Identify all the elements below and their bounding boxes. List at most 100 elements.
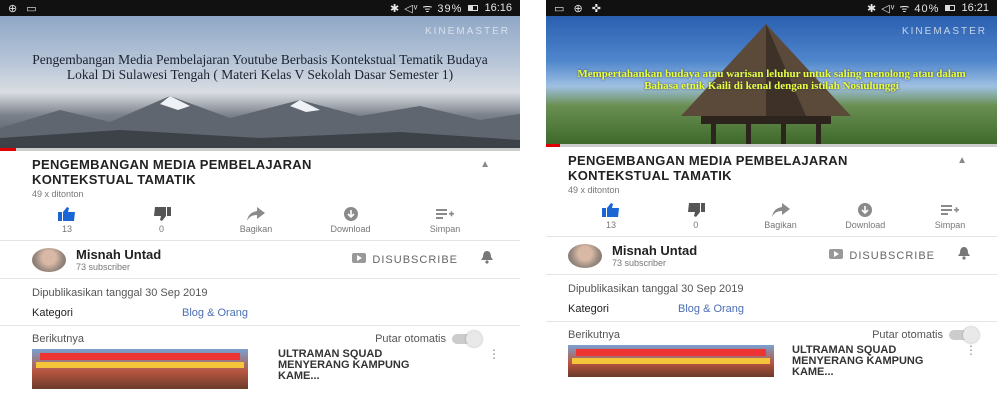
share-button[interactable]: Bagikan — [221, 207, 291, 234]
thumb-down-icon — [687, 203, 705, 217]
status-notifications: ▭ ⊕ ✜ — [554, 2, 604, 15]
video-info: PENGEMBANGAN MEDIA PEMBELAJARAN KONTEKST… — [0, 151, 520, 199]
download-button[interactable]: Download — [830, 203, 900, 230]
category-key: Kategori — [568, 303, 609, 315]
status-time: 16:16 — [484, 2, 512, 14]
video-overlay-text: Pengembangan Media Pembelajaran Youtube … — [32, 52, 488, 82]
category-key: Kategori — [32, 307, 73, 319]
download-button[interactable]: Download — [316, 207, 386, 234]
autoplay-label: Putar otomatis — [872, 329, 943, 341]
autoplay-label: Putar otomatis — [375, 333, 446, 345]
up-next-header: Berikutnya Putar otomatis — [0, 326, 520, 349]
unsubscribe-button[interactable]: DISUBSCRIBE — [829, 249, 935, 262]
category-row: Kategori Blog & Orang — [568, 303, 971, 315]
share-icon — [771, 203, 790, 217]
video-watermark: KINEMASTER — [901, 26, 987, 37]
save-label: Simpan — [934, 220, 966, 230]
more-options-icon[interactable]: ⋮ — [488, 348, 500, 389]
thumb-up-icon — [602, 203, 620, 217]
list-item[interactable]: ULTRAMAN SQUAD MENYERANG KAMPUNG KAME...… — [0, 348, 520, 389]
up-next-header: Berikutnya Putar otomatis — [546, 322, 997, 345]
notification-bell-icon[interactable] — [957, 246, 971, 265]
dislike-button[interactable]: 0 — [661, 203, 731, 230]
channel-row[interactable]: Misnah Untad 73 subscriber DISUBSCRIBE — [546, 237, 997, 275]
status-bar: ▭ ⊕ ✜ ✱ ◁ᵛ ᯤ 40% 16:21 — [546, 0, 997, 16]
status-bar: ⊕ ▭ ✱ ◁ᵛ ᯤ 39% 16:16 — [0, 0, 520, 16]
save-playlist-icon — [436, 207, 454, 221]
category-row: Kategori Blog & Orang — [32, 307, 494, 319]
channel-name[interactable]: Misnah Untad — [612, 243, 829, 258]
video-watermark: KINEMASTER — [424, 26, 510, 37]
video-description: Dipublikasikan tanggal 30 Sep 2019 Kateg… — [546, 275, 997, 322]
share-label: Bagikan — [239, 224, 273, 234]
video-title: PENGEMBANGAN MEDIA PEMBELAJARAN KONTEKST… — [568, 153, 848, 183]
channel-row[interactable]: Misnah Untad 73 subscriber DISUBSCRIBE — [0, 241, 520, 279]
avatar[interactable] — [32, 247, 66, 272]
dislike-button[interactable]: 0 — [127, 207, 197, 234]
notification-bell-icon[interactable] — [480, 250, 494, 269]
status-time: 16:21 — [961, 2, 989, 14]
status-indicators: ✱ ◁ᵛ ᯤ 39% — [390, 2, 463, 15]
left-phone-screen: ⊕ ▭ ✱ ◁ᵛ ᯤ 39% 16:16 KINEMASTER Pengemba… — [0, 0, 520, 398]
unsubscribe-button[interactable]: DISUBSCRIBE — [352, 253, 458, 266]
like-button[interactable]: 13 — [576, 203, 646, 230]
category-link[interactable]: Blog & Orang — [678, 303, 744, 315]
download-label: Download — [330, 224, 371, 234]
next-video-title[interactable]: ULTRAMAN SQUAD MENYERANG KAMPUNG KAME... — [792, 345, 942, 378]
up-next-label: Berikutnya — [568, 329, 620, 341]
youtube-play-icon — [829, 249, 844, 262]
autoplay-toggle[interactable] — [949, 327, 979, 344]
like-count: 13 — [605, 220, 616, 230]
subscriber-count: 73 subscriber — [612, 258, 667, 268]
like-count: 13 — [61, 224, 72, 234]
next-video-thumbnail[interactable] — [32, 349, 248, 389]
unsubscribe-label: DISUBSCRIBE — [849, 249, 935, 262]
collapse-chevron-icon[interactable]: ▲ — [480, 159, 490, 170]
action-bar: 13 0 Bagikan Download Simpan — [0, 199, 520, 241]
save-label: Simpan — [429, 224, 461, 234]
dislike-count: 0 — [158, 224, 164, 234]
download-icon — [857, 203, 873, 217]
download-icon — [343, 207, 359, 221]
video-player[interactable]: KINEMASTER Mempertahankan budaya atau wa… — [546, 16, 997, 144]
video-player[interactable]: KINEMASTER Pengembangan Media Pembelajar… — [0, 16, 520, 148]
publish-date: Dipublikasikan tanggal 30 Sep 2019 — [568, 283, 744, 295]
save-button[interactable]: Simpan — [915, 203, 985, 230]
publish-date: Dipublikasikan tanggal 30 Sep 2019 — [32, 287, 208, 299]
channel-name[interactable]: Misnah Untad — [76, 247, 352, 262]
unsubscribe-label: DISUBSCRIBE — [372, 253, 458, 266]
thumb-up-icon — [58, 207, 76, 221]
right-phone-screen: ▭ ⊕ ✜ ✱ ◁ᵛ ᯤ 40% 16:21 KINEMASTER Memper… — [546, 0, 997, 398]
view-count: 49 x ditonton — [568, 185, 620, 195]
save-button[interactable]: Simpan — [410, 207, 480, 234]
share-button[interactable]: Bagikan — [746, 203, 816, 230]
list-item[interactable]: ULTRAMAN SQUAD MENYERANG KAMPUNG KAME...… — [546, 344, 997, 378]
avatar[interactable] — [568, 243, 602, 268]
youtube-play-icon — [352, 253, 367, 266]
dislike-count: 0 — [693, 220, 699, 230]
autoplay-toggle[interactable] — [452, 331, 482, 348]
video-title: PENGEMBANGAN MEDIA PEMBELAJARAN KONTEKST… — [32, 157, 312, 187]
like-button[interactable]: 13 — [32, 207, 102, 234]
subscriber-count: 73 subscriber — [76, 262, 131, 272]
video-description: Dipublikasikan tanggal 30 Sep 2019 Kateg… — [0, 279, 520, 326]
next-video-thumbnail[interactable] — [568, 345, 774, 377]
download-label: Download — [845, 220, 886, 230]
status-indicators: ✱ ◁ᵛ ᯤ 40% — [867, 2, 940, 15]
battery-icon — [468, 5, 479, 11]
share-label: Bagikan — [764, 220, 797, 230]
video-overlay-text: Mempertahankan budaya atau warisan leluh… — [577, 68, 966, 92]
battery-icon — [945, 5, 956, 11]
mountain-scenery — [0, 96, 520, 148]
thumb-down-icon — [153, 207, 171, 221]
save-playlist-icon — [941, 203, 959, 217]
more-options-icon[interactable]: ⋮ — [965, 344, 977, 378]
collapse-chevron-icon[interactable]: ▲ — [957, 155, 967, 166]
action-bar: 13 0 Bagikan Download Simpan — [546, 195, 997, 237]
next-video-title[interactable]: ULTRAMAN SQUAD MENYERANG KAMPUNG KAME... — [278, 349, 428, 389]
status-notifications: ⊕ ▭ — [8, 2, 40, 15]
share-icon — [247, 207, 265, 221]
up-next-label: Berikutnya — [32, 333, 84, 345]
video-info: PENGEMBANGAN MEDIA PEMBELAJARAN KONTEKST… — [546, 147, 997, 195]
category-link[interactable]: Blog & Orang — [182, 307, 248, 319]
